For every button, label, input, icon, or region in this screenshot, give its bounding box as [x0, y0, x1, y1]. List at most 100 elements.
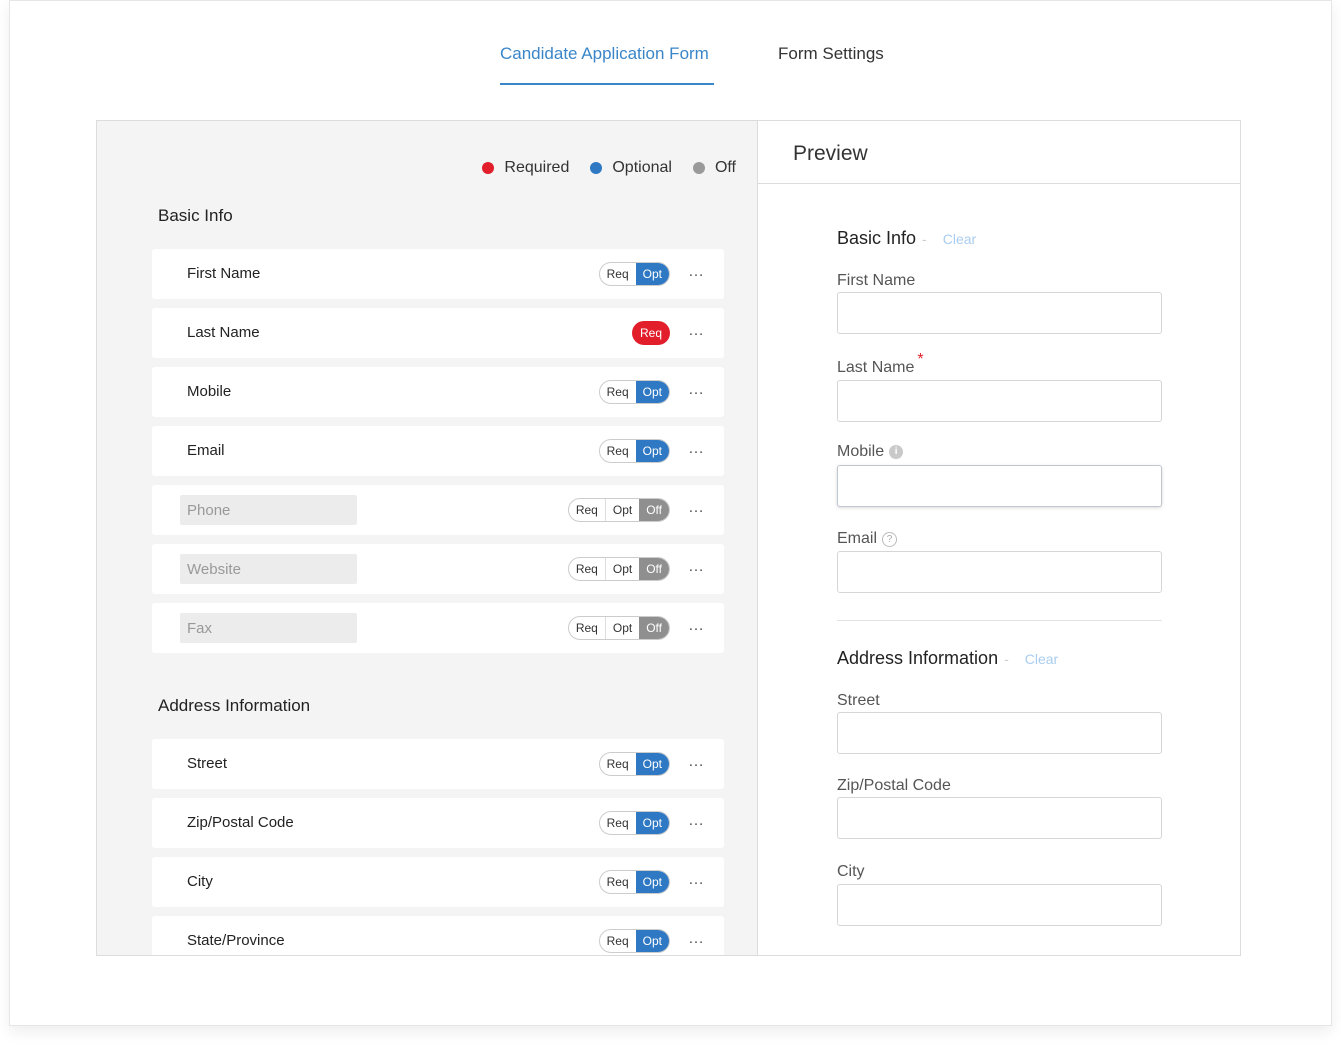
toggle-opt[interactable]: Opt [635, 871, 669, 893]
preview-field-label: Zip/Postal Code [837, 777, 951, 794]
toggle-off[interactable]: Off [639, 499, 669, 521]
more-options-icon[interactable]: … [688, 323, 705, 339]
toggle-req[interactable]: Req [600, 263, 636, 285]
req-opt-toggle: Req Opt [598, 262, 670, 286]
legend-optional-label: Optional [612, 159, 672, 176]
required-badge[interactable]: Req [631, 321, 670, 345]
preview-field-label: City [837, 863, 865, 880]
field-label-disabled: Fax [180, 613, 357, 643]
tab-candidate-application-form[interactable]: Candidate Application Form [500, 44, 709, 64]
toggle-off[interactable]: Off [639, 558, 669, 580]
preview-field-label: Email [837, 530, 878, 547]
off-dot-icon [692, 162, 705, 174]
preview-section-title: Address Information [837, 648, 999, 668]
legend-required: Required [482, 159, 569, 177]
preview-field-label: Mobile [837, 443, 885, 460]
toggle-opt[interactable]: Opt [635, 440, 669, 462]
required-dot-icon [482, 162, 495, 174]
field-label: City [187, 873, 213, 890]
preview-section-address-information: Address Information - Clear [837, 648, 1058, 669]
tab-form-settings[interactable]: Form Settings [778, 44, 884, 64]
field-row-street: Street Req Opt … [152, 739, 724, 789]
legend-required-label: Required [504, 159, 570, 176]
required-asterisk: * [917, 351, 924, 368]
toggle-req[interactable]: Req [600, 871, 636, 893]
field-label: Mobile [187, 383, 232, 400]
toggle-req[interactable]: Req [600, 930, 636, 952]
section-title-address-information: Address Information [158, 696, 311, 715]
field-config-panel: Required Optional Off Basic Info First N… [96, 120, 758, 956]
more-options-icon[interactable]: … [688, 382, 705, 398]
req-opt-toggle: Req Opt [598, 870, 670, 894]
email-input[interactable] [837, 551, 1162, 593]
toggle-req[interactable]: Req [569, 499, 605, 521]
field-row-website: Website Req Opt Off … [152, 544, 724, 594]
more-options-icon[interactable]: … [688, 931, 705, 947]
req-opt-off-toggle: Req Opt Off [567, 557, 670, 581]
more-options-icon[interactable]: … [688, 500, 705, 516]
more-options-icon[interactable]: … [688, 559, 705, 575]
field-row-first-name: First Name Req Opt … [152, 249, 724, 299]
preview-panel: Preview Basic Info - Clear First Name La… [757, 120, 1241, 956]
toggle-req[interactable]: Req [600, 753, 636, 775]
city-input[interactable] [837, 884, 1162, 926]
preview-title: Preview [793, 142, 868, 165]
toggle-opt[interactable]: Opt [604, 499, 639, 521]
field-label: Street [187, 755, 228, 772]
toggle-opt[interactable]: Opt [604, 558, 639, 580]
optional-dot-icon [590, 162, 603, 174]
preview-field-label: First Name [837, 272, 916, 289]
field-label-disabled: Phone [180, 495, 357, 525]
more-options-icon[interactable]: … [688, 264, 705, 280]
toggle-opt[interactable]: Opt [635, 381, 669, 403]
field-row-phone: Phone Req Opt Off … [152, 485, 724, 535]
toggle-opt[interactable]: Opt [604, 617, 639, 639]
toggle-opt[interactable]: Opt [635, 930, 669, 952]
toggle-req[interactable]: Req [600, 440, 636, 462]
more-options-icon[interactable]: … [688, 754, 705, 770]
toggle-off[interactable]: Off [639, 617, 669, 639]
req-opt-off-toggle: Req Opt Off [567, 498, 670, 522]
field-row-email: Email Req Opt … [152, 426, 724, 476]
toggle-req[interactable]: Req [600, 381, 636, 403]
toggle-opt[interactable]: Opt [635, 812, 669, 834]
toggle-req[interactable]: Req [600, 812, 636, 834]
street-input[interactable] [837, 712, 1162, 754]
preview-section-title: Basic Info [837, 228, 917, 248]
field-label: Last Name [187, 324, 260, 341]
info-icon[interactable]: i [889, 445, 904, 459]
req-opt-toggle: Req Opt [598, 929, 670, 953]
preview-label-city: City [837, 863, 865, 881]
more-options-icon[interactable]: … [688, 872, 705, 888]
more-options-icon[interactable]: … [688, 813, 705, 829]
toggle-req[interactable]: Req [569, 617, 605, 639]
field-label: State/Province [187, 932, 285, 949]
separator-dash: - [922, 231, 927, 247]
preview-label-zip-postal-code: Zip/Postal Code [837, 777, 951, 795]
req-opt-off-toggle: Req Opt Off [567, 616, 670, 640]
preview-label-last-name: Last Name * [837, 351, 924, 377]
toggle-opt[interactable]: Opt [635, 753, 669, 775]
req-opt-toggle: Req Opt [598, 439, 670, 463]
field-row-city: City Req Opt … [152, 857, 724, 907]
toggle-req[interactable]: Req [569, 558, 605, 580]
status-legend: Required Optional Off [461, 159, 736, 177]
zip-postal-code-input[interactable] [837, 797, 1162, 839]
last-name-input[interactable] [837, 380, 1162, 422]
clear-link[interactable]: Clear [943, 231, 976, 247]
toggle-opt[interactable]: Opt [635, 263, 669, 285]
more-options-icon[interactable]: … [688, 618, 705, 634]
field-row-fax: Fax Req Opt Off … [152, 603, 724, 653]
preview-label-street: Street [837, 692, 880, 710]
more-options-icon[interactable]: … [688, 441, 705, 457]
field-label: Zip/Postal Code [187, 814, 294, 831]
field-row-zip-postal-code: Zip/Postal Code Req Opt … [152, 798, 724, 848]
first-name-input[interactable] [837, 292, 1162, 334]
req-opt-toggle: Req Opt [598, 380, 670, 404]
clear-link[interactable]: Clear [1025, 651, 1058, 667]
preview-field-label: Last Name [837, 359, 915, 376]
field-label: First Name [187, 265, 261, 282]
mobile-input[interactable] [837, 465, 1162, 507]
legend-off: Off [692, 159, 736, 177]
help-icon[interactable]: ? [882, 531, 898, 547]
